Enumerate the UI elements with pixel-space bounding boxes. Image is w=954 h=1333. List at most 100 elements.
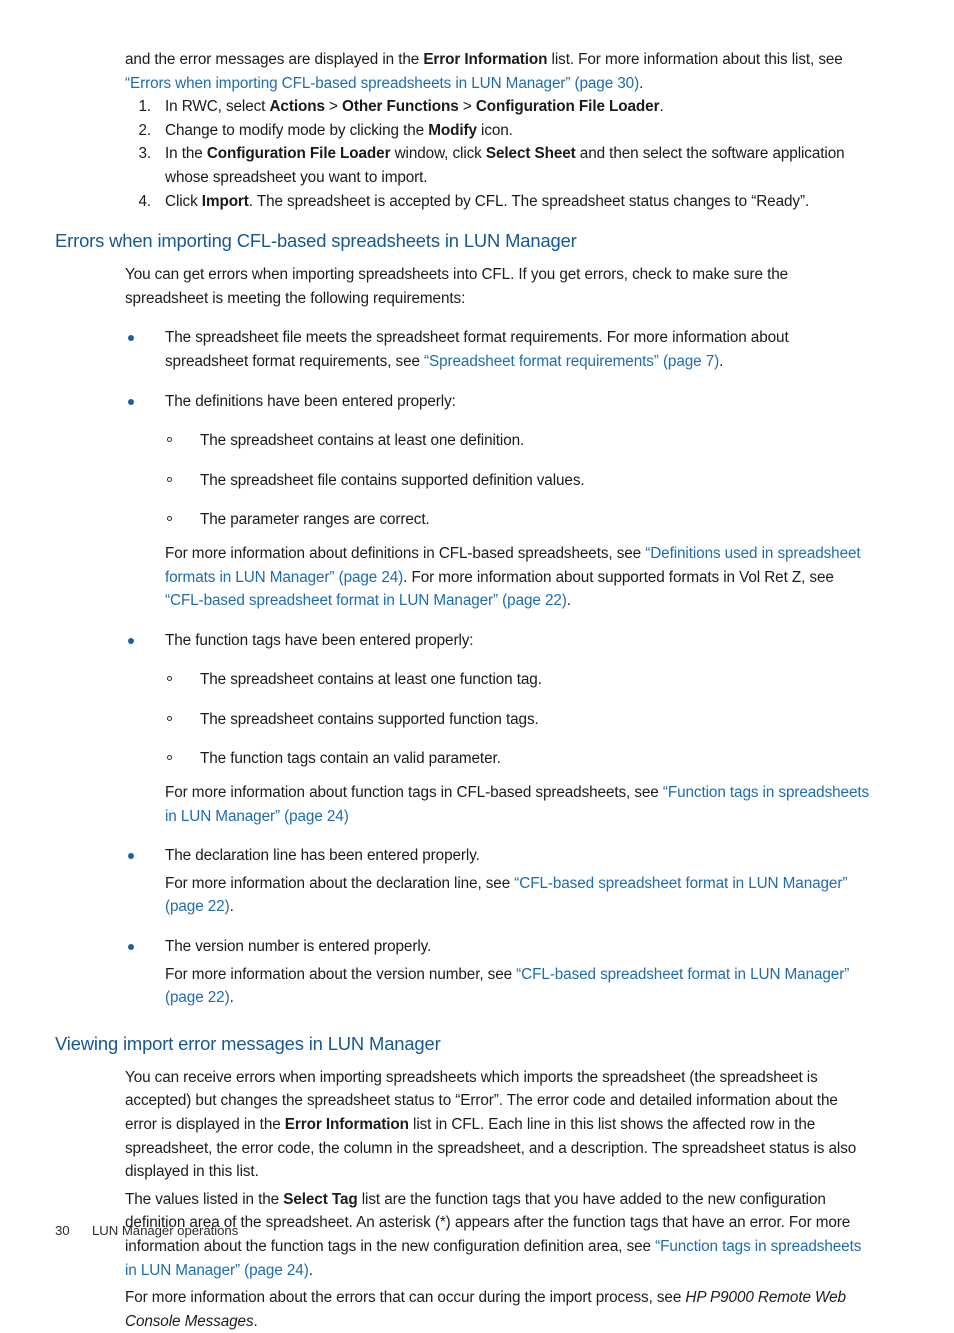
spacer-sub [165,731,873,747]
note-2-mid: . For more information about supported f… [403,568,834,586]
note-3-pre: For more information about function tags… [165,784,663,802]
sub-bullet-text: The parameter ranges are correct. [200,511,430,529]
note-5-pre: For more information about the version n… [165,965,517,983]
page-content: and the error messages are displayed in … [55,48,873,1333]
step-1-sep-1: > [324,98,343,116]
bullet-item-version-number: The version number is entered properly. … [55,935,873,1010]
intro-paragraph: and the error messages are displayed in … [125,48,873,95]
sub-bullet-text: The spreadsheet contains at least one de… [200,432,525,450]
spacer-before-note-3 [165,771,873,781]
step-number-3: 3. [138,145,151,163]
s2-p2-tail: . [308,1261,313,1279]
step-1-sep-2: > [458,98,476,116]
spacer-bullet-4-5 [55,919,873,935]
sub-bullet-ring-icon [167,437,172,443]
spacer-before-section-1 [55,213,873,229]
definitions-sub-bullet-list: The spreadsheet contains at least one de… [165,429,873,532]
spacer-bullet-1-2 [55,374,873,390]
intro-text-b: list. For more information about this li… [547,51,843,68]
sub-bullet-text: The function tags contain an valid param… [200,750,501,768]
spacer-before-subs-2 [165,413,873,429]
select-tag-bold: Select Tag [283,1190,358,1208]
spacer-sub [165,492,873,508]
bullet-2-text: The definitions have been entered proper… [165,392,456,410]
select-sheet-bold: Select Sheet [485,145,576,163]
step-1-text-pre: In RWC, select [165,98,270,116]
sub-bullet-item: The spreadsheet contains at least one de… [165,429,873,453]
sub-bullet-ring-icon [167,755,172,761]
bullet-dot-icon [128,398,134,405]
sub-bullet-text: The spreadsheet contains at least one fu… [200,671,542,689]
step-number-1: 1. [138,98,151,116]
note-2-tail: . [566,592,571,610]
sub-bullet-ring-icon [167,516,172,522]
bullet-item-spreadsheet-format: The spreadsheet file meets the spreadshe… [55,326,873,373]
intro-text-a: and the error messages are displayed in … [125,51,424,68]
error-information-bold-2: Error Information [284,1116,409,1133]
procedure-steps-list: 1. In RWC, select Actions > Other Functio… [55,95,873,213]
spacer-before-subs-3 [165,652,873,668]
bullet-dot-icon [128,853,134,860]
step-4-text-pre: Click [165,192,202,210]
sub-bullet-item: The spreadsheet contains at least one fu… [165,668,873,692]
note-5-tail: . [229,989,234,1007]
error-information-bold-1: Error Information [423,51,548,68]
sub-bullet-text: The spreadsheet file contains supported … [200,471,585,489]
link-cfl-based-spreadsheet-format-1[interactable]: “CFL-based spreadsheet format in LUN Man… [165,592,567,609]
s2-p3-tail: . [253,1312,258,1330]
step-3-text-mid: window, click [390,145,486,163]
section-2-paragraph-1: You can receive errors when importing sp… [125,1066,873,1184]
link-spreadsheet-format-requirements[interactable]: “Spreadsheet format requirements” (page … [424,353,719,370]
spacer-after-heading-2 [55,1056,873,1066]
sub-bullet-item: The spreadsheet contains supported funct… [165,708,873,732]
link-errors-when-importing[interactable]: “Errors when importing CFL-based spreads… [125,75,639,92]
requirements-bullet-list: The spreadsheet file meets the spreadshe… [55,326,873,1009]
bullet-item-definitions: The definitions have been entered proper… [55,390,873,613]
spacer-sub [165,453,873,469]
definitions-note-paragraph: For more information about definitions i… [165,542,873,613]
step-item-1: 1. In RWC, select Actions > Other Functio… [55,95,873,119]
footer-chapter-title: LUN Manager operations [92,1223,239,1238]
bullet-1-tail: . [719,352,724,370]
version-number-note-paragraph: For more information about the version n… [165,963,873,1010]
sub-bullet-item: The spreadsheet file contains supported … [165,469,873,493]
menu-configuration-file-loader-bold: Configuration File Loader [475,98,660,116]
spacer-before-bullets [55,310,873,326]
section-2-paragraph-3: For more information about the errors th… [125,1286,873,1333]
declaration-line-note-paragraph: For more information about the declarati… [165,872,873,919]
bullet-item-declaration-line: The declaration line has been entered pr… [55,844,873,919]
spacer-before-section-2 [55,1010,873,1032]
sub-bullet-ring-icon [167,676,172,682]
bullet-dot-icon [128,637,134,644]
bullet-item-function-tags: The function tags have been entered prop… [55,629,873,829]
sub-bullet-ring-icon [167,476,172,482]
import-bold: Import [201,192,249,210]
step-3-text-pre: In the [165,145,207,163]
note-2-pre: For more information about definitions i… [165,544,646,562]
sub-bullet-item: The function tags contain an valid param… [165,747,873,771]
sub-bullet-ring-icon [167,715,172,721]
spacer-bullet-3-4 [55,828,873,844]
menu-actions-bold: Actions [269,98,325,116]
configuration-file-loader-bold: Configuration File Loader [206,145,391,163]
modify-bold: Modify [428,121,477,139]
sub-bullet-item: The parameter ranges are correct. [165,508,873,532]
menu-other-functions-bold: Other Functions [342,98,459,116]
page-footer: 30 LUN Manager operations [55,1222,873,1240]
note-4-pre: For more information about the declarati… [165,874,515,892]
function-tags-sub-bullet-list: The spreadsheet contains at least one fu… [165,668,873,771]
step-item-3: 3. In the Configuration File Loader windo… [55,142,873,189]
step-1-text-post: . [659,98,664,116]
step-number-4: 4. [138,192,151,210]
s2-p2-a: The values listed in the [125,1190,284,1208]
bullet-4-text: The declaration line has been entered pr… [165,847,480,865]
sub-bullet-text: The spreadsheet contains supported funct… [200,710,539,728]
section-heading-errors-when-importing: Errors when importing CFL-based spreadsh… [55,230,577,252]
spacer-after-heading-1 [55,253,873,263]
step-4-text-post: . The spreadsheet is accepted by CFL. Th… [248,192,810,210]
note-4-tail: . [229,898,234,916]
step-number-2: 2. [138,121,151,139]
step-item-2: 2. Change to modify mode by clicking the … [55,119,873,143]
step-item-4: 4. Click Import. The spreadsheet is accep… [55,190,873,214]
spacer-bullet-2-3 [55,613,873,629]
